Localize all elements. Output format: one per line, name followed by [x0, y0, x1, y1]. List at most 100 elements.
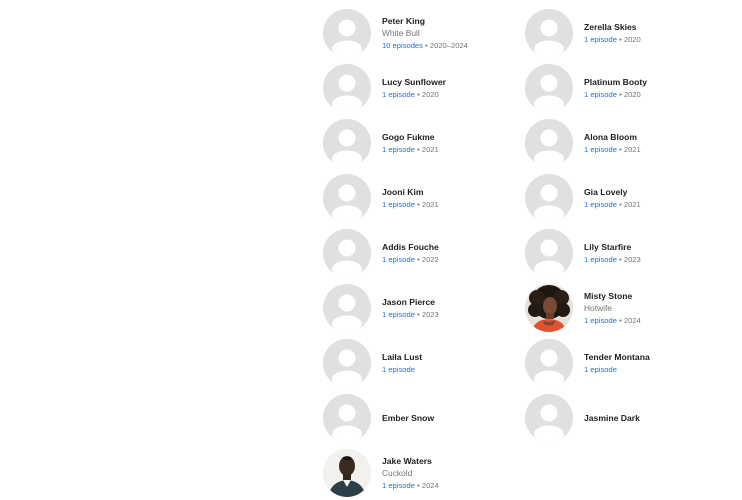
cast-meta: 10 episodes • 2020–2024 — [382, 40, 468, 51]
cast-name[interactable]: Gogo Fukme — [382, 132, 439, 143]
cast-role: White Bull — [382, 27, 420, 38]
cast-name[interactable]: Lily Starfire — [584, 242, 641, 253]
cast-name[interactable]: Ember Snow — [382, 413, 434, 424]
cast-info: Ember Snow — [382, 413, 434, 424]
cast-info: Alona Bloom 1 episode • 2021 — [584, 132, 641, 155]
avatar-placeholder-icon[interactable] — [323, 174, 371, 222]
cast-meta: 1 episode • 2023 — [382, 309, 439, 320]
cast-name[interactable]: Jason Pierce — [382, 297, 439, 308]
cast-name[interactable]: Jooni Kim — [382, 187, 439, 198]
episodes-link[interactable]: 1 episode — [382, 255, 415, 264]
cast-name[interactable]: Laila Lust — [382, 352, 422, 363]
cast-member-laila-lust[interactable]: Laila Lust 1 episode — [323, 338, 533, 388]
separator-dot: • — [619, 199, 622, 209]
cast-meta: 1 episode • 2021 — [584, 144, 641, 155]
cast-info: Jake Waters Cuckold 1 episode • 2024 — [382, 456, 439, 491]
cast-member-misty-stone[interactable]: Misty Stone Hotwife 1 episode • 2024 — [525, 283, 735, 333]
avatar-placeholder-icon[interactable] — [323, 9, 371, 57]
avatar-placeholder-icon[interactable] — [323, 64, 371, 112]
cast-info: Jason Pierce 1 episode • 2023 — [382, 297, 439, 320]
cast-photo[interactable] — [525, 284, 573, 332]
episodes-link[interactable]: 1 episode — [382, 90, 415, 99]
episodes-link[interactable]: 1 episode — [584, 200, 617, 209]
cast-member-addis-fouche[interactable]: Addis Fouche 1 episode • 2022 — [323, 228, 533, 278]
episodes-link[interactable]: 1 episode — [584, 90, 617, 99]
cast-years: 2024 — [623, 315, 641, 325]
episodes-link[interactable]: 1 episode — [382, 481, 415, 490]
cast-name[interactable]: Peter King — [382, 16, 468, 27]
avatar-placeholder-icon[interactable] — [525, 394, 573, 442]
cast-years: 2021 — [623, 144, 641, 154]
episodes-link[interactable]: 1 episode — [382, 145, 415, 154]
cast-name[interactable]: Tender Montana — [584, 352, 650, 363]
cast-info: Zerella Skies 1 episode • 2020 — [584, 22, 641, 45]
cast-meta: 1 episode — [584, 364, 650, 375]
avatar-placeholder-icon[interactable] — [525, 339, 573, 387]
cast-name[interactable]: Alona Bloom — [584, 132, 641, 143]
cast-member-zerella-skies[interactable]: Zerella Skies 1 episode • 2020 — [525, 8, 735, 58]
cast-photo[interactable] — [323, 449, 371, 497]
avatar-placeholder-icon[interactable] — [323, 284, 371, 332]
cast-meta: 1 episode • 2021 — [584, 199, 641, 210]
separator-dot: • — [417, 199, 420, 209]
cast-member-lucy-sunflower[interactable]: Lucy Sunflower 1 episode • 2020 — [323, 63, 533, 113]
separator-dot: • — [619, 315, 622, 325]
cast-meta: 1 episode • 2024 — [382, 480, 439, 491]
avatar-placeholder-icon[interactable] — [525, 229, 573, 277]
separator-dot: • — [417, 309, 420, 319]
cast-member-jooni-kim[interactable]: Jooni Kim 1 episode • 2021 — [323, 173, 533, 223]
episodes-link[interactable]: 10 episodes — [382, 41, 423, 50]
avatar-placeholder-icon[interactable] — [525, 64, 573, 112]
separator-dot: • — [619, 89, 622, 99]
cast-info: Tender Montana 1 episode — [584, 352, 650, 375]
cast-member-jake-waters[interactable]: Jake Waters Cuckold 1 episode • 2024 — [323, 448, 533, 498]
avatar-placeholder-icon[interactable] — [525, 174, 573, 222]
cast-info: Jooni Kim 1 episode • 2021 — [382, 187, 439, 210]
cast-member-jason-pierce[interactable]: Jason Pierce 1 episode • 2023 — [323, 283, 533, 333]
avatar-placeholder-icon[interactable] — [323, 119, 371, 167]
cast-name[interactable]: Misty Stone — [584, 291, 641, 302]
cast-meta: 1 episode • 2022 — [382, 254, 439, 265]
cast-name[interactable]: Addis Fouche — [382, 242, 439, 253]
avatar-placeholder-icon[interactable] — [323, 229, 371, 277]
cast-member-tender-montana[interactable]: Tender Montana 1 episode — [525, 338, 735, 388]
cast-name[interactable]: Gia Lovely — [584, 187, 641, 198]
cast-meta: 1 episode • 2024 — [584, 315, 641, 326]
avatar-placeholder-icon[interactable] — [323, 394, 371, 442]
cast-years: 2021 — [421, 199, 439, 209]
episodes-link[interactable]: 1 episode — [584, 145, 617, 154]
cast-name[interactable]: Jasmine Dark — [584, 413, 640, 424]
episodes-link[interactable]: 1 episode — [382, 200, 415, 209]
episodes-link[interactable]: 1 episode — [584, 255, 617, 264]
cast-member-alona-bloom[interactable]: Alona Bloom 1 episode • 2021 — [525, 118, 735, 168]
episodes-link[interactable]: 1 episode — [584, 35, 617, 44]
cast-member-jasmine-dark[interactable]: Jasmine Dark — [525, 393, 735, 443]
cast-member-gia-lovely[interactable]: Gia Lovely 1 episode • 2021 — [525, 173, 735, 223]
cast-info: Platinum Booty 1 episode • 2020 — [584, 77, 647, 100]
episodes-link[interactable]: 1 episode — [584, 365, 617, 374]
episodes-link[interactable]: 1 episode — [584, 316, 617, 325]
cast-info: Misty Stone Hotwife 1 episode • 2024 — [584, 291, 641, 326]
cast-member-gogo-fukme[interactable]: Gogo Fukme 1 episode • 2021 — [323, 118, 533, 168]
separator-dot: • — [619, 254, 622, 264]
cast-member-lily-starfire[interactable]: Lily Starfire 1 episode • 2023 — [525, 228, 735, 278]
cast-name[interactable]: Zerella Skies — [584, 22, 641, 33]
cast-name[interactable]: Jake Waters — [382, 456, 439, 467]
cast-info: Addis Fouche 1 episode • 2022 — [382, 242, 439, 265]
episodes-link[interactable]: 1 episode — [382, 310, 415, 319]
cast-member-ember-snow[interactable]: Ember Snow — [323, 393, 533, 443]
avatar-placeholder-icon[interactable] — [323, 339, 371, 387]
avatar-placeholder-icon[interactable] — [525, 119, 573, 167]
cast-years: 2020 — [421, 89, 439, 99]
cast-years: 2021 — [421, 144, 439, 154]
cast-meta: 1 episode — [382, 364, 422, 375]
cast-member-peter-king[interactable]: Peter King White Bull 10 episodes • 2020–2… — [323, 8, 533, 58]
separator-dot: • — [417, 480, 420, 490]
cast-member-platinum-booty[interactable]: Platinum Booty 1 episode • 2020 — [525, 63, 735, 113]
avatar-placeholder-icon[interactable] — [525, 9, 573, 57]
cast-name[interactable]: Lucy Sunflower — [382, 77, 446, 88]
cast-name[interactable]: Platinum Booty — [584, 77, 647, 88]
episodes-link[interactable]: 1 episode — [382, 365, 415, 374]
cast-meta: 1 episode • 2020 — [584, 89, 647, 100]
separator-dot: • — [417, 254, 420, 264]
